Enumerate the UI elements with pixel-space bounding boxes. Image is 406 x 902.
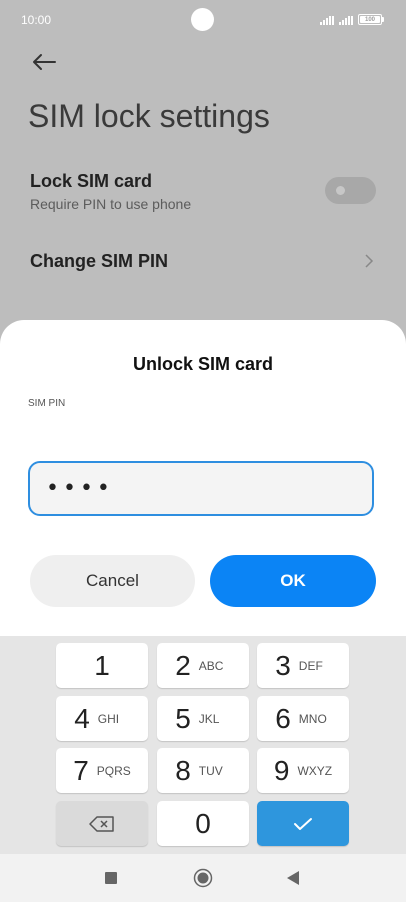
dialog-title: Unlock SIM card bbox=[132, 354, 274, 374]
done-key[interactable] bbox=[257, 801, 349, 846]
key-5[interactable]: 5 JKL bbox=[157, 696, 249, 741]
ok-button[interactable]: OK bbox=[210, 555, 376, 607]
sim-pin-input[interactable] bbox=[28, 461, 374, 516]
square-icon bbox=[105, 872, 117, 884]
signal-icon bbox=[320, 16, 334, 25]
setting-change-pin-title: Change SIM PIN bbox=[30, 251, 169, 271]
key-3[interactable]: 3 DEF bbox=[257, 643, 349, 688]
key-1[interactable]: 1 bbox=[56, 643, 148, 688]
battery-icon: 100 bbox=[358, 14, 384, 25]
chevron-right-icon bbox=[365, 254, 374, 268]
back-arrow-icon bbox=[33, 54, 56, 70]
key-8[interactable]: 8 TUV bbox=[157, 748, 249, 793]
key-0[interactable]: 0 bbox=[157, 801, 249, 846]
status-time: 10:00 bbox=[21, 13, 52, 27]
key-6[interactable]: 6 MNO bbox=[257, 696, 349, 741]
toggle-knob bbox=[336, 186, 345, 195]
setting-lock-sim-subtitle: Require PIN to use phone bbox=[30, 196, 192, 212]
cancel-button[interactable]: Cancel bbox=[30, 555, 195, 607]
key-9[interactable]: 9 WXYZ bbox=[257, 748, 349, 793]
backspace-key[interactable] bbox=[56, 801, 148, 846]
key-4[interactable]: 4 GHI bbox=[56, 696, 148, 741]
sim-pin-label: SIM PIN bbox=[28, 398, 66, 409]
back-nav-button[interactable] bbox=[283, 868, 303, 888]
lock-sim-toggle[interactable] bbox=[325, 177, 376, 204]
numeric-keypad: 1 2 ABC 3 DEF 4 GHI 5 JKL 6 MNO 7 PQRS 8 TUV 9W… bbox=[0, 636, 406, 854]
navigation-bar bbox=[0, 854, 406, 902]
key-7[interactable]: 7 PQRS bbox=[56, 748, 148, 793]
status-icons: 100 bbox=[320, 14, 384, 25]
signal-icon bbox=[339, 16, 353, 25]
battery-level: 100 bbox=[364, 16, 375, 23]
backspace-icon bbox=[89, 815, 114, 832]
recents-button[interactable] bbox=[101, 868, 121, 888]
home-button[interactable] bbox=[193, 868, 213, 888]
back-button[interactable] bbox=[28, 46, 60, 78]
setting-lock-sim-title: Lock SIM card bbox=[30, 171, 153, 191]
checkmark-icon bbox=[294, 817, 312, 830]
status-bar: 10:00 100 bbox=[0, 0, 406, 40]
key-2[interactable]: 2 ABC bbox=[157, 643, 249, 688]
page-title: SIM lock settings bbox=[28, 98, 270, 134]
triangle-back-icon bbox=[287, 871, 299, 885]
camera-cutout bbox=[191, 8, 214, 31]
home-circle-icon bbox=[193, 868, 213, 888]
